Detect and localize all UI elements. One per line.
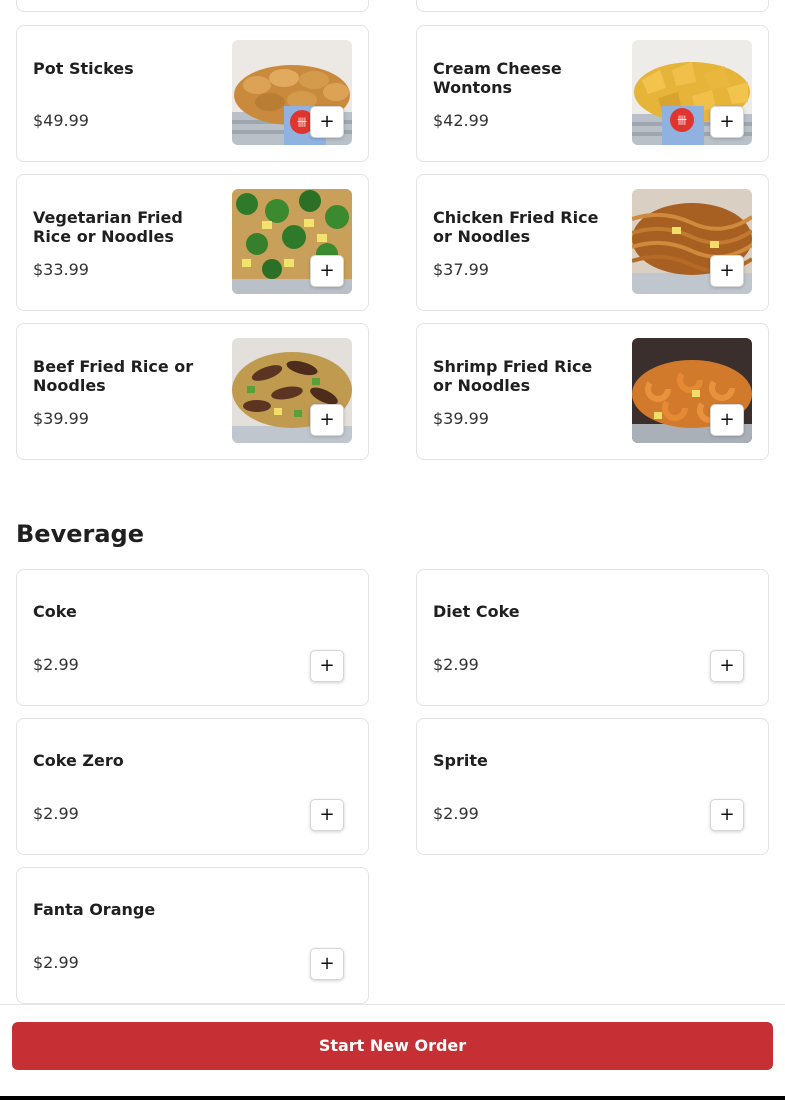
- beverage-card[interactable]: Coke Zero $2.99 +: [16, 718, 369, 855]
- menu-item-card[interactable]: Chicken Fried Rice or Noodles $37.99 +: [416, 174, 769, 311]
- plus-icon: +: [319, 953, 335, 974]
- beverage-price: $2.99: [33, 655, 79, 674]
- menu-item-price: $33.99: [33, 260, 89, 279]
- beverage-name: Sprite: [433, 751, 488, 770]
- menu-item-card[interactable]: Pot Stickes $49.99 卌 +: [16, 25, 369, 162]
- plus-icon: +: [719, 804, 735, 825]
- beverage-card[interactable]: Sprite $2.99 +: [416, 718, 769, 855]
- beverage-card[interactable]: Fanta Orange $2.99 +: [16, 867, 369, 1004]
- add-item-button[interactable]: +: [710, 799, 744, 831]
- beverage-price: $2.99: [433, 804, 479, 823]
- plus-icon: +: [319, 655, 335, 676]
- plus-icon: +: [719, 409, 735, 430]
- add-item-button[interactable]: +: [710, 106, 744, 138]
- menu-item-card[interactable]: Cream Cheese Wontons $42.99 卌 +: [416, 25, 769, 162]
- add-item-button[interactable]: +: [310, 404, 344, 436]
- menu-item-name: Chicken Fried Rice or Noodles: [433, 208, 599, 246]
- add-item-button[interactable]: +: [310, 948, 344, 980]
- beverage-price: $2.99: [33, 953, 79, 972]
- beverage-name: Coke Zero: [33, 751, 124, 770]
- menu-item-name: Vegetarian Fried Rice or Noodles: [33, 208, 183, 246]
- menu-item-name: Shrimp Fried Rice or Noodles: [433, 357, 593, 395]
- plus-icon: +: [319, 409, 335, 430]
- beverage-price: $2.99: [433, 655, 479, 674]
- plus-icon: +: [319, 260, 335, 281]
- menu-item-card[interactable]: Beef Fried Rice or Noodles $39.99 +: [16, 323, 369, 460]
- menu-item-name: Pot Stickes: [33, 59, 134, 78]
- plus-icon: +: [319, 111, 335, 132]
- menu-item-price: $42.99: [433, 111, 489, 130]
- menu-item-card-partial[interactable]: [416, 0, 769, 12]
- beverage-card[interactable]: Diet Coke $2.99 +: [416, 569, 769, 706]
- svg-text:卌: 卌: [297, 117, 307, 129]
- beverage-name: Diet Coke: [433, 602, 520, 621]
- plus-icon: +: [719, 655, 735, 676]
- section-title-beverage: Beverage: [16, 520, 144, 548]
- add-item-button[interactable]: +: [710, 255, 744, 287]
- menu-item-card[interactable]: Vegetarian Fried Rice or Noodles $33.99 …: [16, 174, 369, 311]
- menu-item-price: $39.99: [33, 409, 89, 428]
- menu-item-price: $49.99: [33, 111, 89, 130]
- add-item-button[interactable]: +: [310, 650, 344, 682]
- add-item-button[interactable]: +: [710, 650, 744, 682]
- menu-item-name: Cream Cheese Wontons: [433, 59, 562, 97]
- add-item-button[interactable]: +: [310, 255, 344, 287]
- add-item-button[interactable]: +: [310, 799, 344, 831]
- bottom-edge: [0, 1096, 785, 1100]
- plus-icon: +: [719, 260, 735, 281]
- add-item-button[interactable]: +: [310, 106, 344, 138]
- beverage-name: Fanta Orange: [33, 900, 156, 919]
- plus-icon: +: [719, 111, 735, 132]
- menu-item-name: Beef Fried Rice or Noodles: [33, 357, 194, 395]
- svg-text:卌: 卌: [677, 115, 687, 127]
- footer-bar: Start New Order: [0, 1004, 785, 1096]
- plus-icon: +: [319, 804, 335, 825]
- menu-item-card[interactable]: Shrimp Fried Rice or Noodles $39.99 +: [416, 323, 769, 460]
- menu-item-card-partial[interactable]: [16, 0, 369, 12]
- beverage-name: Coke: [33, 602, 77, 621]
- beverage-card[interactable]: Coke $2.99 +: [16, 569, 369, 706]
- menu-item-price: $39.99: [433, 409, 489, 428]
- add-item-button[interactable]: +: [710, 404, 744, 436]
- start-new-order-button[interactable]: Start New Order: [12, 1022, 773, 1070]
- menu-item-price: $37.99: [433, 260, 489, 279]
- beverage-price: $2.99: [33, 804, 79, 823]
